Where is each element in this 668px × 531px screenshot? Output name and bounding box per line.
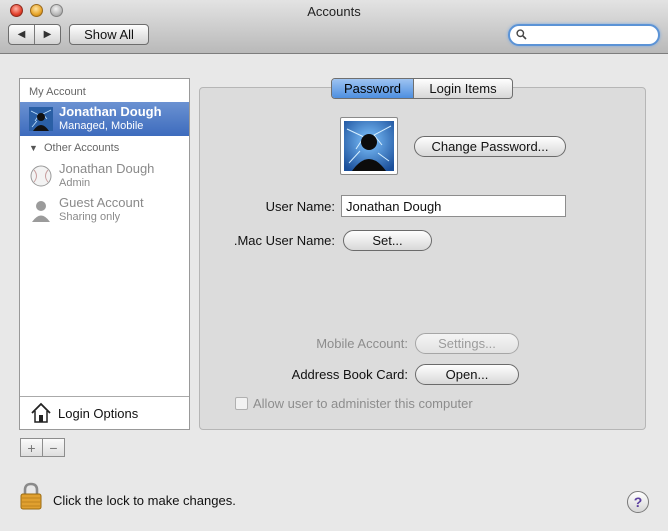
user-name-label: User Name: [265, 199, 335, 214]
forward-button[interactable]: ▶ [34, 25, 60, 44]
add-remove-buttons: + − [20, 438, 65, 457]
forward-arrow-icon: ▶ [43, 29, 52, 40]
allow-admin-checkbox[interactable] [235, 397, 248, 410]
back-arrow-icon: ◀ [17, 29, 26, 40]
add-account-button[interactable]: + [21, 439, 42, 456]
help-button[interactable]: ? [627, 491, 649, 513]
back-forward-group: ◀ ▶ [8, 24, 61, 45]
show-all-button[interactable]: Show All [69, 24, 149, 45]
account-row-guest[interactable]: Guest Account Sharing only [20, 193, 189, 227]
other-accounts-header: Other Accounts [44, 142, 120, 154]
search-field[interactable] [508, 24, 660, 46]
search-icon [516, 29, 527, 40]
account-type: Admin [59, 177, 91, 189]
house-icon [31, 402, 51, 423]
guest-silhouette-icon [32, 201, 50, 222]
account-name: Guest Account [59, 195, 144, 210]
mac-user-name-label: .Mac User Name: [233, 233, 335, 248]
open-address-card-button[interactable]: Open... [415, 364, 519, 385]
user-name-field[interactable]: Jonathan Dough [341, 195, 566, 217]
search-input[interactable] [530, 27, 652, 43]
address-book-card-label: Address Book Card: [291, 367, 408, 382]
back-button[interactable]: ◀ [9, 25, 34, 44]
mobile-settings-button[interactable]: Settings... [415, 333, 519, 354]
allow-admin-label: Allow user to administer this computer [253, 396, 473, 411]
lock-status-text: Click the lock to make changes. [53, 493, 236, 508]
account-row-jonathan-admin[interactable]: Jonathan Dough Admin [20, 159, 189, 193]
account-type: Sharing only [59, 211, 121, 223]
accounts-list: My Account Jonathan Dough Managed, Mobil… [19, 78, 190, 430]
login-options-item[interactable]: Login Options [20, 396, 189, 429]
title-bar: Accounts ◀ ▶ Show All [0, 0, 668, 54]
tab-password[interactable]: Password [332, 79, 414, 98]
login-options-label: Login Options [58, 406, 139, 421]
accounts-window: Accounts ◀ ▶ Show All My Account Jonatha… [0, 0, 668, 531]
window-title: Accounts [307, 4, 361, 19]
account-row-my-account[interactable]: Jonathan Dough Managed, Mobile [20, 102, 189, 136]
mobile-account-label: Mobile Account: [316, 336, 408, 351]
change-password-button[interactable]: Change Password... [414, 136, 566, 157]
user-avatar-icon [344, 121, 394, 171]
account-name: Jonathan Dough [59, 161, 155, 176]
my-account-header: My Account [29, 86, 86, 98]
user-avatar-icon [29, 107, 53, 131]
tab-login-items[interactable]: Login Items [414, 79, 512, 98]
remove-account-button[interactable]: − [42, 439, 64, 456]
account-type: Managed, Mobile [59, 120, 144, 132]
set-mac-name-button[interactable]: Set... [343, 230, 432, 251]
tab-bar: Password Login Items [331, 78, 513, 99]
account-picture[interactable] [340, 117, 398, 175]
lock-icon[interactable] [19, 482, 43, 510]
disclosure-triangle-icon[interactable]: ▼ [29, 143, 38, 153]
account-name: Jonathan Dough [59, 104, 162, 119]
baseball-avatar-icon [30, 165, 52, 187]
